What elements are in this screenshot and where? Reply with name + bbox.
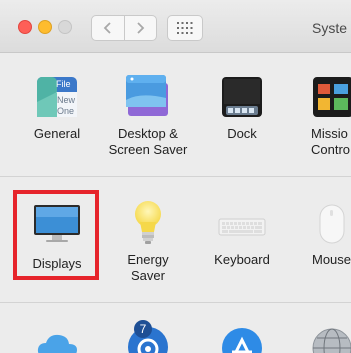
- chevron-left-icon: [103, 22, 111, 34]
- pane-general[interactable]: File New One General: [12, 68, 102, 163]
- cloud-icon: [35, 330, 79, 353]
- pane-label: Energy Saver: [127, 252, 169, 283]
- globe-icon: [312, 326, 351, 353]
- at-sign-icon: 7: [126, 320, 170, 353]
- forward-button[interactable]: [123, 16, 157, 40]
- back-button[interactable]: [92, 16, 124, 40]
- show-all-button[interactable]: [167, 15, 203, 41]
- section-divider: [0, 302, 351, 303]
- close-window-button[interactable]: [18, 20, 32, 34]
- pane-label: General: [33, 126, 81, 141]
- pane-energy-saver[interactable]: Energy Saver: [103, 190, 193, 285]
- lightbulb-icon: [133, 200, 163, 250]
- pane-icloud[interactable]: [12, 316, 102, 353]
- pane-label: Missio Contro: [311, 126, 351, 157]
- title-bar: Syste: [0, 0, 351, 53]
- general-icon-text-1: File: [56, 79, 71, 89]
- section-divider: [0, 176, 351, 177]
- general-icon: File New One: [36, 76, 78, 122]
- pane-label: Mouse: [312, 252, 351, 267]
- desktop-screen-saver-icon: [125, 74, 171, 122]
- pane-internet-accounts[interactable]: 7: [103, 316, 193, 353]
- mouse-icon: [319, 204, 345, 248]
- zoom-window-button[interactable]: [58, 20, 72, 34]
- chevron-right-icon: [137, 22, 145, 34]
- pane-desktop-screen-saver[interactable]: Desktop & Screen Saver: [103, 68, 193, 163]
- window-title: Syste: [312, 20, 348, 36]
- selection-highlight: [13, 190, 99, 280]
- pane-mission-control[interactable]: Missio Contro: [289, 68, 351, 163]
- pane-label: Dock: [227, 126, 257, 141]
- app-store-icon: [220, 326, 264, 353]
- general-icon-text-2: New: [57, 95, 76, 105]
- pane-label: Keyboard: [214, 252, 270, 267]
- pane-keyboard[interactable]: Keyboard: [197, 190, 287, 285]
- pane-app-store[interactable]: [197, 316, 287, 353]
- mission-control-icon: [312, 76, 351, 122]
- minimize-window-button[interactable]: [38, 20, 52, 34]
- keyboard-icon: [218, 218, 266, 240]
- grid-icon: [177, 22, 193, 34]
- pane-dock[interactable]: Dock: [197, 68, 287, 163]
- pane-mouse[interactable]: Mouse: [289, 190, 351, 285]
- general-icon-text-3: One: [57, 106, 75, 116]
- pane-network[interactable]: [289, 316, 351, 353]
- notification-badge: 7: [134, 320, 152, 338]
- dock-icon: [221, 76, 263, 122]
- back-forward-buttons: [91, 15, 157, 41]
- pane-label: Desktop & Screen Saver: [108, 126, 188, 157]
